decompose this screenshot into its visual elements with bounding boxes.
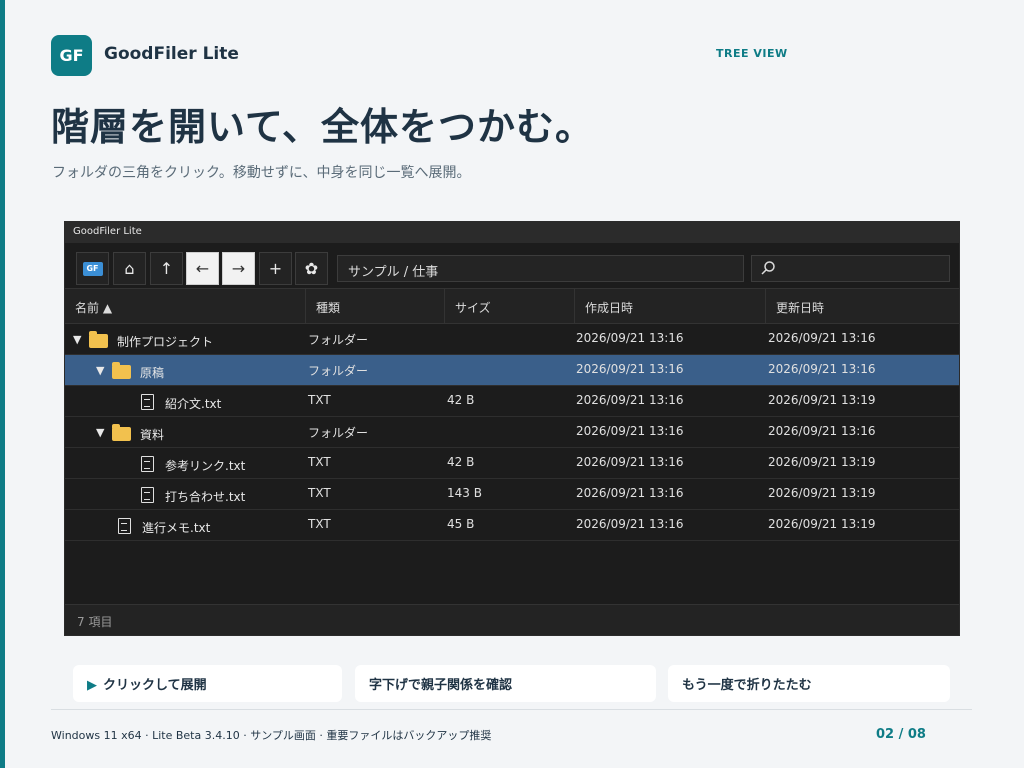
row-modified: 2026/09/21 13:19 bbox=[768, 455, 876, 469]
gear-icon: ✿ bbox=[304, 259, 319, 278]
address-bar[interactable]: サンプル / 仕事 bbox=[337, 255, 744, 282]
expand-toggle-icon[interactable]: ▼ bbox=[73, 333, 81, 346]
row-size: 45 B bbox=[447, 517, 475, 531]
tree-row-file[interactable]: 打ち合わせ.txt TXT 143 B 2026/09/21 13:16 2026/09… bbox=[65, 479, 959, 510]
row-created: 2026/09/21 13:16 bbox=[576, 455, 684, 469]
file-icon bbox=[141, 487, 154, 503]
page-subtitle: フォルダの三角をクリック。移動せずに、中身を同じ一覧へ展開。 bbox=[52, 165, 471, 181]
folder-icon bbox=[89, 331, 108, 348]
row-modified: 2026/09/21 13:16 bbox=[768, 424, 876, 438]
row-name: 打ち合わせ.txt bbox=[165, 490, 246, 504]
row-type: TXT bbox=[308, 486, 331, 500]
tree-row-file[interactable]: 紹介文.txt TXT 42 B 2026/09/21 13:16 2026/09/21… bbox=[65, 386, 959, 417]
row-modified: 2026/09/21 13:19 bbox=[768, 393, 876, 407]
arrow-right-icon: → bbox=[231, 259, 246, 278]
folder-icon bbox=[112, 424, 131, 441]
accent-bar bbox=[0, 0, 5, 768]
column-header-row: 名前 ▲ 種類 サイズ 作成日時 更新日時 bbox=[65, 288, 959, 324]
tree-row-folder[interactable]: ▼ 制作プロジェクト フォルダー 2026/09/21 13:16 2026/09/21… bbox=[65, 324, 959, 355]
row-size: 143 B bbox=[447, 486, 482, 500]
row-type: TXT bbox=[308, 517, 331, 531]
hint-collapse: もう一度で折りたたむ bbox=[668, 665, 950, 702]
page-title: 階層を開いて、全体をつかむ。 bbox=[51, 105, 594, 149]
row-type: フォルダー bbox=[308, 333, 369, 347]
tree-row-file[interactable]: 参考リンク.txt TXT 42 B 2026/09/21 13:16 2026/09/… bbox=[65, 448, 959, 479]
forward-button[interactable]: → bbox=[222, 252, 255, 285]
back-button[interactable]: ← bbox=[186, 252, 219, 285]
file-icon bbox=[141, 394, 154, 410]
expand-toggle-icon[interactable]: ▼ bbox=[96, 364, 104, 377]
app-logo-button[interactable]: GF bbox=[76, 252, 109, 285]
logo-badge: GF bbox=[51, 35, 92, 76]
file-icon bbox=[118, 518, 131, 534]
row-modified: 2026/09/21 13:16 bbox=[768, 331, 876, 345]
row-name: 参考リンク.txt bbox=[165, 459, 246, 473]
tree-row-file[interactable]: 進行メモ.txt TXT 45 B 2026/09/21 13:16 2026/09/2… bbox=[65, 510, 959, 541]
footer-divider bbox=[51, 709, 972, 710]
row-name: 進行メモ.txt bbox=[142, 521, 211, 535]
row-modified: 2026/09/21 13:19 bbox=[768, 486, 876, 500]
row-created: 2026/09/21 13:16 bbox=[576, 331, 684, 345]
column-header-type[interactable]: 種類 bbox=[306, 289, 445, 323]
folder-icon bbox=[112, 362, 131, 379]
row-name: 紹介文.txt bbox=[165, 397, 222, 411]
plus-icon: + bbox=[268, 259, 283, 278]
toolbar: GF ⌂ ↑ ← → + ✿ サンプル / 仕事 bbox=[65, 246, 959, 288]
column-header-created[interactable]: 作成日時 bbox=[575, 289, 766, 323]
row-type: フォルダー bbox=[308, 364, 369, 378]
home-icon: ⌂ bbox=[124, 259, 135, 278]
hint-expand-label: クリックして展開 bbox=[103, 678, 207, 693]
search-icon bbox=[761, 261, 775, 275]
status-bar: 7 項目 bbox=[65, 604, 959, 635]
up-button[interactable]: ↑ bbox=[150, 252, 183, 285]
hint-indent: 字下げで親子関係を確認 bbox=[355, 665, 656, 702]
gf-logo-icon: GF bbox=[82, 261, 103, 276]
row-created: 2026/09/21 13:16 bbox=[576, 362, 684, 376]
app-name: GoodFiler Lite bbox=[104, 44, 239, 64]
tree-row-folder[interactable]: ▼ 原稿 フォルダー 2026/09/21 13:16 2026/09/21 13:16 bbox=[65, 355, 959, 386]
settings-button[interactable]: ✿ bbox=[295, 252, 328, 285]
play-triangle-icon: ▶ bbox=[87, 678, 97, 693]
row-created: 2026/09/21 13:16 bbox=[576, 424, 684, 438]
row-name: 資料 bbox=[140, 428, 165, 442]
footer-info: Windows 11 x64 · Lite Beta 3.4.10 · サンプル… bbox=[51, 729, 492, 742]
row-type: TXT bbox=[308, 393, 331, 407]
search-input[interactable] bbox=[751, 255, 950, 282]
row-created: 2026/09/21 13:16 bbox=[576, 393, 684, 407]
file-icon bbox=[141, 456, 154, 472]
section-tag: TREE VIEW bbox=[716, 47, 788, 60]
tree-row-folder[interactable]: ▼ 資料 フォルダー 2026/09/21 13:16 2026/09/21 13:16 bbox=[65, 417, 959, 448]
row-type: フォルダー bbox=[308, 426, 369, 440]
explorer-window: GoodFiler Lite GF ⌂ ↑ ← → + ✿ サンプル / 仕事 bbox=[64, 221, 960, 636]
column-header-size[interactable]: サイズ bbox=[445, 289, 575, 323]
row-name: 原稿 bbox=[140, 366, 165, 380]
window-title: GoodFiler Lite bbox=[65, 222, 959, 243]
row-size: 42 B bbox=[447, 393, 475, 407]
hint-expand: ▶ クリックして展開 bbox=[73, 665, 342, 702]
row-modified: 2026/09/21 13:16 bbox=[768, 362, 876, 376]
new-button[interactable]: + bbox=[259, 252, 292, 285]
row-name: 制作プロジェクト bbox=[117, 335, 214, 349]
row-created: 2026/09/21 13:16 bbox=[576, 486, 684, 500]
row-created: 2026/09/21 13:16 bbox=[576, 517, 684, 531]
column-header-name[interactable]: 名前 ▲ bbox=[65, 289, 306, 323]
arrow-left-icon: ← bbox=[195, 259, 210, 278]
expand-toggle-icon[interactable]: ▼ bbox=[96, 426, 104, 439]
arrow-up-icon: ↑ bbox=[159, 259, 174, 278]
page-number: 02 / 08 bbox=[876, 727, 926, 742]
column-header-modified[interactable]: 更新日時 bbox=[766, 289, 959, 323]
row-modified: 2026/09/21 13:19 bbox=[768, 517, 876, 531]
row-size: 42 B bbox=[447, 455, 475, 469]
home-button[interactable]: ⌂ bbox=[113, 252, 146, 285]
row-type: TXT bbox=[308, 455, 331, 469]
